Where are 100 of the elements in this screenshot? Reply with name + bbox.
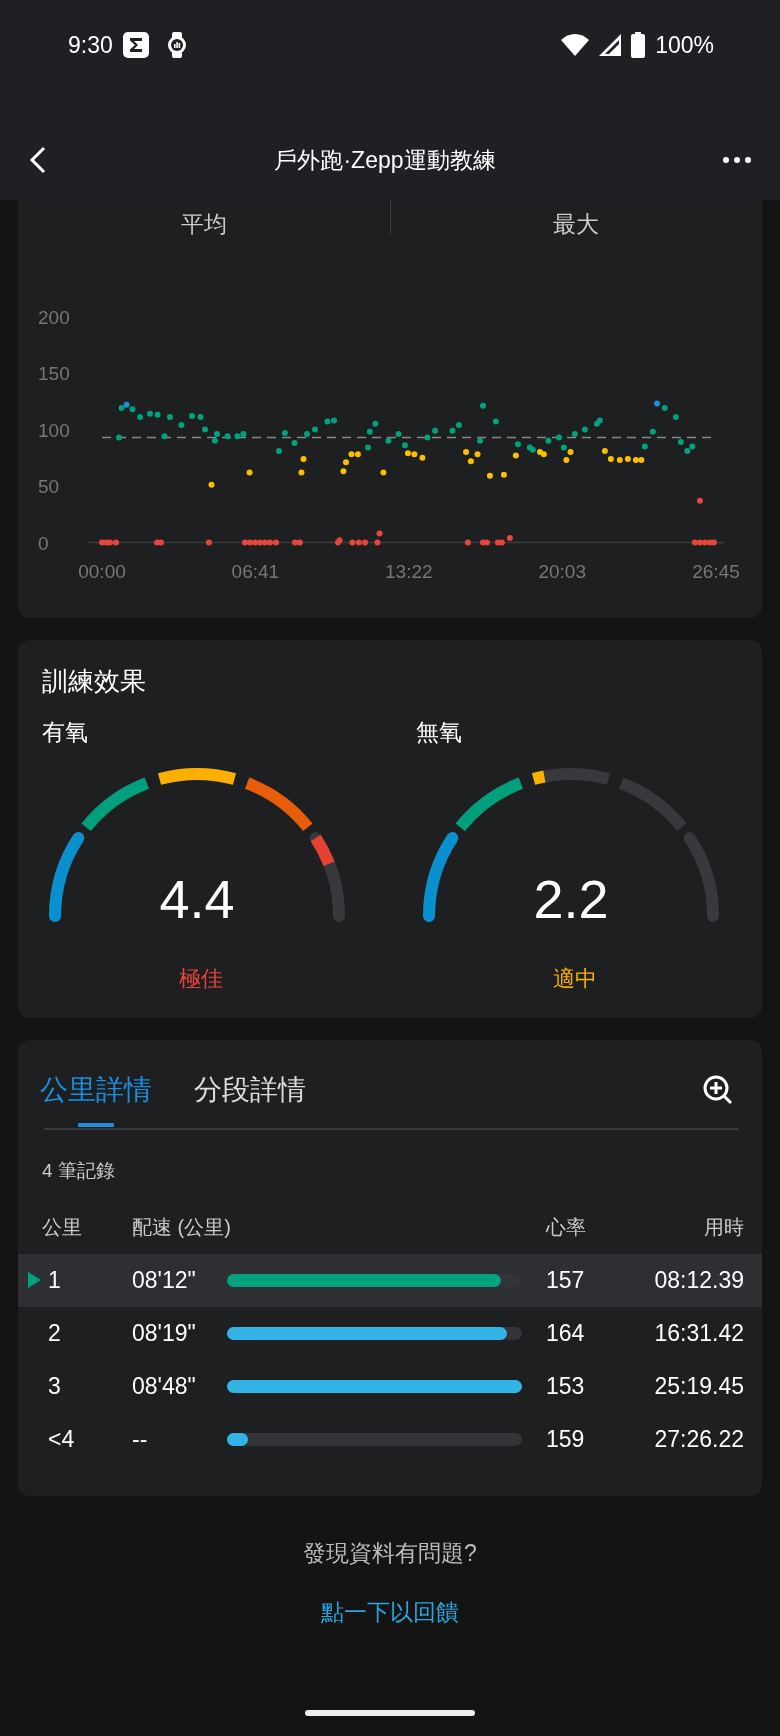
data-point xyxy=(641,443,648,450)
data-point xyxy=(281,429,288,436)
table-cell-text: 1 xyxy=(47,1267,62,1294)
split-row[interactable]: <4 -- 159 27:26.22 xyxy=(18,1413,762,1466)
data-point xyxy=(205,539,212,546)
signal-icon xyxy=(599,34,622,56)
data-point xyxy=(480,402,486,409)
data-point xyxy=(275,447,282,454)
data-point xyxy=(224,433,231,440)
table-cell-text: 2 xyxy=(47,1320,62,1347)
data-point xyxy=(197,414,204,421)
gauge-value: 4.4 xyxy=(158,872,236,926)
gauge-title: 有氧 xyxy=(42,718,89,747)
tab[interactable]: 分段詳情 xyxy=(194,1071,306,1127)
wifi-icon xyxy=(561,34,590,56)
data-point xyxy=(500,471,507,478)
data-point xyxy=(556,434,562,441)
table-cell-text: 08:12.39 xyxy=(653,1267,744,1294)
x-tick-label: 26:45 xyxy=(692,560,740,582)
data-point xyxy=(677,438,684,445)
table-cell-text: 08'48" xyxy=(132,1373,197,1400)
feedback-link[interactable]: 點一下以回饋 xyxy=(321,1597,459,1628)
data-point xyxy=(696,497,703,504)
gauge-rating: 極佳 xyxy=(178,965,224,993)
table-cell-text: 157 xyxy=(546,1267,586,1294)
gauge-rating: 適中 xyxy=(552,965,598,993)
data-point xyxy=(166,414,173,421)
data-point xyxy=(303,431,310,437)
battery-icon xyxy=(631,32,646,58)
y-tick-label: 50 xyxy=(38,476,60,497)
y-tick-label: 100 xyxy=(38,419,70,441)
data-point xyxy=(298,469,305,476)
table-cell-text: 159 xyxy=(546,1426,586,1453)
y-tick-label: 200 xyxy=(38,306,70,328)
data-point xyxy=(365,444,372,451)
data-point xyxy=(300,455,307,462)
table-cell-text: 153 xyxy=(546,1373,586,1400)
data-point xyxy=(477,437,484,444)
feedback-question: 發現資料有問題? xyxy=(303,1539,477,1568)
table-cell-text: -- xyxy=(132,1426,149,1453)
data-point xyxy=(202,426,209,433)
y-tick-label: 0 xyxy=(38,532,49,554)
x-tick-label: 13:22 xyxy=(385,560,433,582)
data-point xyxy=(340,468,347,475)
section-title: 訓練效果 xyxy=(42,665,147,698)
split-row[interactable]: 1 08'12" 157 08:12.39 xyxy=(18,1254,762,1307)
data-point xyxy=(374,539,381,546)
screen-title: 戶外跑·Zepp運動教練 xyxy=(273,145,497,175)
more-icon[interactable] xyxy=(722,155,752,165)
data-point xyxy=(464,539,471,546)
back-icon[interactable] xyxy=(28,145,48,175)
data-point xyxy=(312,426,318,433)
column-header: 用時 xyxy=(703,1214,744,1240)
status-time: 9:30 xyxy=(68,31,113,59)
data-point xyxy=(291,440,298,447)
data-point xyxy=(116,434,122,441)
table-cell-text: 08'19" xyxy=(132,1320,197,1347)
record-count: 4 筆記錄 xyxy=(42,1159,116,1183)
table-cell-text: 3 xyxy=(47,1373,62,1400)
data-point xyxy=(178,422,185,428)
battery-percentage: 100% xyxy=(655,31,714,59)
watch-icon xyxy=(166,32,187,58)
split-row[interactable]: 2 08'19" 164 16:31.42 xyxy=(18,1307,762,1360)
zoom-in-icon[interactable] xyxy=(702,1074,734,1106)
x-tick-label: 00:00 xyxy=(78,560,126,582)
data-point xyxy=(649,428,656,435)
y-tick-label: 150 xyxy=(38,363,70,384)
column-header: 公里 xyxy=(42,1214,83,1240)
data-point xyxy=(486,472,493,479)
data-point xyxy=(189,412,195,419)
sigma-app-icon xyxy=(122,32,149,58)
data-point xyxy=(581,426,588,433)
data-point xyxy=(492,418,499,425)
data-point xyxy=(672,414,679,421)
data-point xyxy=(545,437,552,444)
stat-label: 平均 xyxy=(179,209,228,239)
split-row[interactable]: 3 08'48" 153 25:19.45 xyxy=(18,1360,762,1413)
data-point xyxy=(246,469,253,476)
data-point xyxy=(380,469,387,476)
data-point xyxy=(571,431,578,437)
data-point xyxy=(395,431,402,437)
table-cell-text: 16:31.42 xyxy=(653,1320,744,1347)
data-point xyxy=(512,452,519,459)
table-cell-text: 164 xyxy=(546,1320,586,1347)
stat-label: 最大 xyxy=(552,209,601,239)
x-tick-label: 06:41 xyxy=(231,560,280,582)
table-cell-text: 27:26.22 xyxy=(653,1426,744,1453)
data-point xyxy=(208,481,215,488)
x-tick-label: 20:03 xyxy=(538,560,586,582)
gauge-value: 2.2 xyxy=(532,872,610,926)
table-cell-text: <4 xyxy=(47,1426,76,1453)
data-point xyxy=(161,433,168,440)
data-point xyxy=(463,449,470,456)
data-point xyxy=(514,441,521,448)
tab[interactable]: 公里詳情 xyxy=(40,1071,152,1127)
data-point xyxy=(376,530,383,537)
gauge-title: 無氧 xyxy=(416,718,463,747)
table-cell-text: 08'12" xyxy=(132,1267,197,1294)
column-header: 心率 xyxy=(546,1214,587,1240)
table-cell-text: 25:19.45 xyxy=(653,1373,744,1400)
